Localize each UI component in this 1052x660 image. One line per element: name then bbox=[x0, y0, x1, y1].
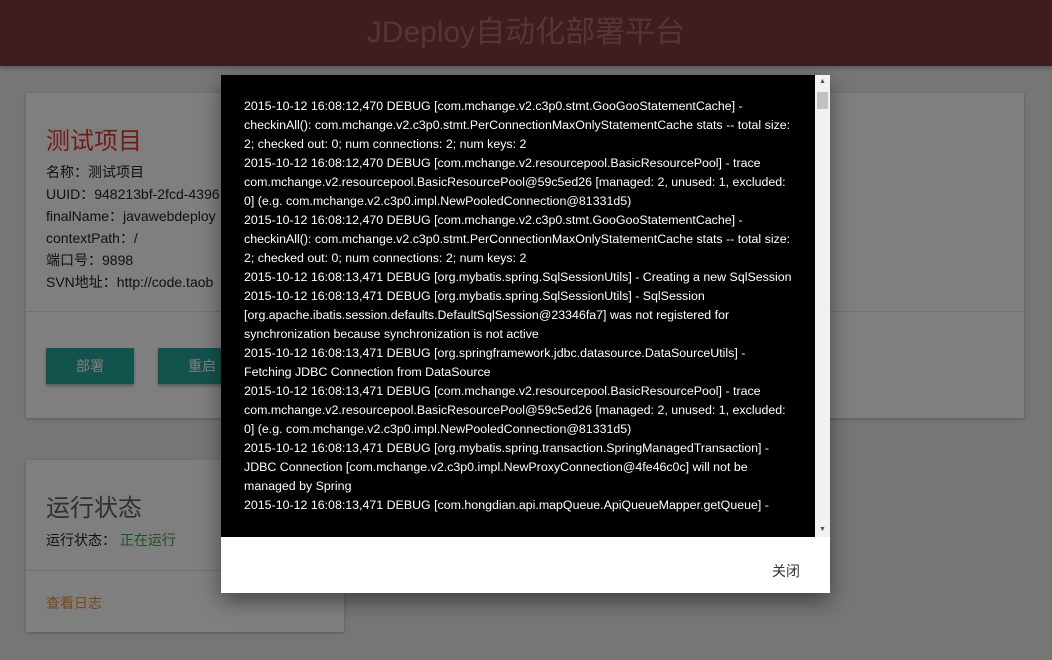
log-output[interactable]: 2015-10-12 16:08:12,470 DEBUG [com.mchan… bbox=[221, 75, 815, 537]
log-line: 2015-10-12 16:08:13,471 DEBUG [org.mybat… bbox=[244, 270, 792, 284]
scroll-down-arrow-icon[interactable]: ▼ bbox=[815, 523, 830, 537]
log-scrollbar[interactable]: ▲ ▼ bbox=[815, 75, 830, 537]
log-line: 2015-10-12 16:08:12,470 DEBUG [com.mchan… bbox=[244, 156, 786, 208]
close-button[interactable]: 关闭 bbox=[768, 557, 804, 585]
log-line: 2015-10-12 16:08:13,471 DEBUG [org.mybat… bbox=[244, 441, 770, 493]
log-line: 2015-10-12 16:08:13,471 DEBUG [com.hongd… bbox=[244, 498, 769, 512]
log-modal: 2015-10-12 16:08:12,470 DEBUG [com.mchan… bbox=[221, 75, 830, 593]
log-line: 2015-10-12 16:08:12,470 DEBUG [com.mchan… bbox=[244, 213, 791, 265]
log-line: 2015-10-12 16:08:13,471 DEBUG [com.mchan… bbox=[244, 384, 786, 436]
log-text: 2015-10-12 16:08:12,470 DEBUG [com.mchan… bbox=[244, 97, 792, 515]
modal-footer: 关闭 bbox=[221, 537, 830, 593]
log-line: 2015-10-12 16:08:13,471 DEBUG [org.sprin… bbox=[244, 346, 746, 379]
scroll-up-arrow-icon[interactable]: ▲ bbox=[815, 75, 830, 89]
scroll-thumb[interactable] bbox=[817, 92, 828, 109]
log-line: 2015-10-12 16:08:13,471 DEBUG [org.mybat… bbox=[244, 289, 730, 341]
log-line: 2015-10-12 16:08:12,470 DEBUG [com.mchan… bbox=[244, 99, 791, 151]
